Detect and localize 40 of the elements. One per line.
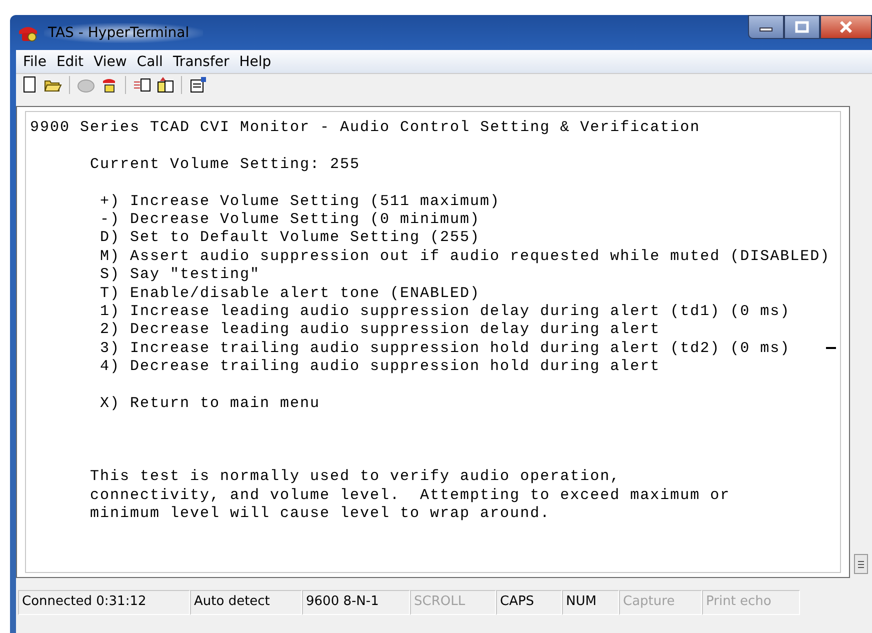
status-field: CAPS (496, 590, 562, 615)
terminal-line: D) Set to Default Volume Setting (255) (100, 229, 480, 246)
terminal-line: Current Volume Setting: 255 (90, 156, 360, 173)
menu-item[interactable]: View (88, 54, 132, 70)
text-cursor (826, 347, 836, 349)
maximize-button[interactable] (784, 15, 820, 39)
terminal-line: 2) Decrease leading audio suppression delay during alert (100, 321, 660, 338)
terminal-line: S) Say "testing" (100, 266, 260, 284)
minimize-button[interactable] (748, 15, 784, 39)
status-field: Print echo (702, 590, 800, 615)
status-field: NUM (562, 590, 619, 615)
menu-item[interactable]: File (18, 54, 52, 70)
close-icon (838, 20, 854, 34)
receive-file-icon[interactable] (155, 75, 175, 95)
terminal-line: X) Return to main menu (100, 394, 320, 412)
terminal-line: This test is normally used to verify audio operation, (90, 468, 620, 486)
maximize-icon (795, 21, 809, 33)
status-field: Connected 0:31:12 (18, 590, 190, 615)
status-field: Capture (619, 590, 702, 615)
terminal-line: 4) Decrease trailing audio suppression hold during alert (100, 358, 660, 376)
menu-item[interactable]: Help (234, 54, 276, 70)
terminal-line: 9900 Series TCAD CVI Monitor - Audio Control Setting & Verification (30, 119, 700, 136)
properties-icon[interactable] (188, 75, 208, 95)
terminal-line: T) Enable/disable alert tone (ENABLED) (100, 284, 480, 302)
terminal-line: -) Decrease Volume Setting (0 minimum) (100, 210, 480, 228)
status-field: 9600 8-N-1 (302, 590, 410, 615)
terminal-line: minimum level will cause level to wrap around. (90, 505, 550, 522)
scrollbar-thumb[interactable] (854, 554, 868, 574)
terminal-line: connectivity, and volume level. Attempting to exceed maximum or (90, 486, 730, 504)
window-title: TAS - HyperTerminal (44, 22, 204, 42)
close-button[interactable] (820, 15, 872, 39)
terminal-line: 1) Increase leading audio suppression delay during alert (td1) (0 ms) (100, 302, 790, 320)
status-field: SCROLL (410, 590, 496, 615)
menu-item[interactable]: Transfer (168, 54, 234, 70)
terminal-line: M) Assert audio suppression out if audio requested while muted (DISABLED) (100, 248, 830, 265)
status-field: Auto detect (190, 590, 302, 615)
menu-item[interactable]: Edit (51, 54, 89, 70)
terminal-line: +) Increase Volume Setting (511 maximum) (100, 192, 500, 210)
menu-item[interactable]: Call (132, 54, 168, 70)
terminal-line: 3) Increase trailing audio suppression hold during alert (td2) (0 ms) (100, 340, 790, 357)
